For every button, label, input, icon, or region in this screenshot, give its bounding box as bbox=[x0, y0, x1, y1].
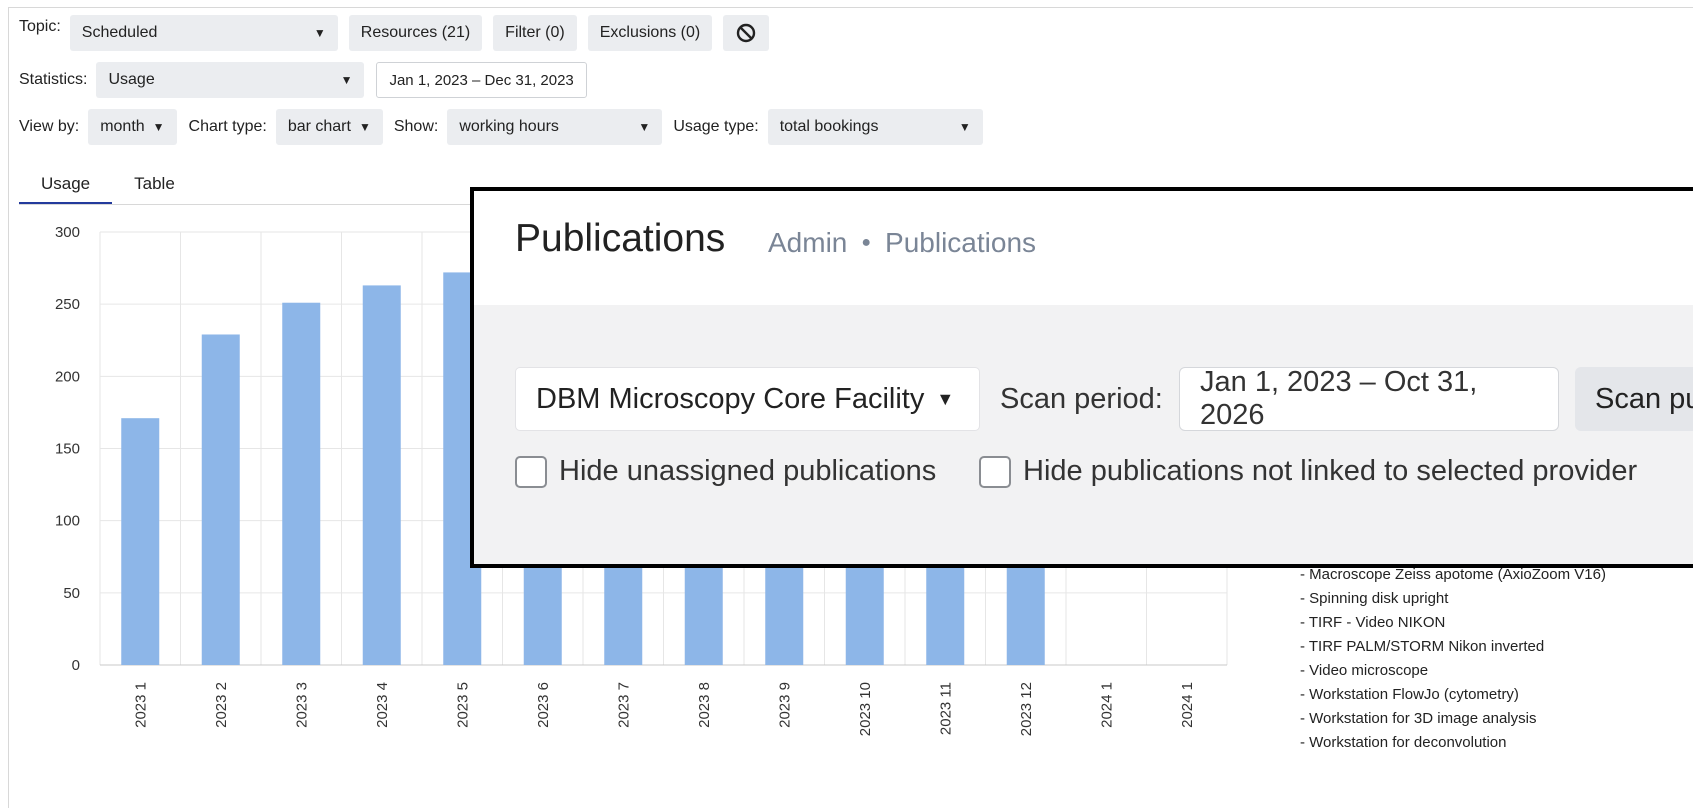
x-tick-label: 2023 10 bbox=[857, 682, 874, 736]
x-tick-label: 2023 8 bbox=[696, 682, 713, 728]
x-tick-label: 2023 4 bbox=[374, 682, 391, 728]
scan-period-label: Scan period: bbox=[1000, 383, 1163, 415]
legend-item: - Workstation FlowJo (cytometry) bbox=[1300, 686, 1519, 703]
y-tick-label: 300 bbox=[55, 224, 80, 241]
provider-value: DBM Microscopy Core Facility bbox=[536, 382, 925, 415]
provider-select[interactable]: DBM Microscopy Core Facility ▼ bbox=[515, 367, 980, 431]
legend-item: - Workstation for deconvolution bbox=[1300, 734, 1507, 751]
legend-item: - TIRF PALM/STORM Nikon inverted bbox=[1300, 638, 1545, 655]
y-tick-label: 50 bbox=[63, 585, 80, 602]
x-tick-label: 2023 11 bbox=[937, 682, 954, 735]
x-tick-label: 2023 1 bbox=[132, 682, 149, 728]
x-tick-label: 2024 1 bbox=[1098, 682, 1115, 728]
breadcrumb-publications[interactable]: Publications bbox=[885, 227, 1036, 259]
publications-header: Publications Admin ● Publications bbox=[474, 191, 1693, 305]
checkbox-box[interactable] bbox=[979, 455, 1011, 488]
checkbox-box[interactable] bbox=[515, 455, 547, 488]
y-tick-label: 0 bbox=[72, 657, 80, 674]
x-tick-label: 2023 5 bbox=[454, 682, 471, 728]
x-tick-label: 2023 9 bbox=[776, 682, 793, 728]
legend-item: - Workstation for 3D image analysis bbox=[1300, 710, 1537, 727]
scan-period-input[interactable]: Jan 1, 2023 – Oct 31, 2026 bbox=[1179, 366, 1559, 431]
x-tick-label: 2023 7 bbox=[615, 682, 632, 728]
scan-publications-button[interactable]: Scan pu bbox=[1575, 367, 1693, 431]
x-tick-label: 2023 6 bbox=[535, 682, 552, 728]
hide-unassigned-checkbox[interactable]: Hide unassigned publications bbox=[515, 455, 936, 488]
bar bbox=[282, 302, 321, 665]
publications-overlay: Publications Admin ● Publications DBM Mi… bbox=[470, 187, 1693, 568]
bar bbox=[121, 418, 160, 665]
x-tick-label: 2024 1 bbox=[1179, 682, 1196, 728]
chevron-down-icon: ▼ bbox=[936, 388, 955, 409]
bar bbox=[201, 334, 240, 665]
y-tick-label: 200 bbox=[55, 368, 80, 385]
legend-item: - Video microscope bbox=[1300, 662, 1429, 679]
hide-unassigned-label: Hide unassigned publications bbox=[559, 455, 937, 487]
x-tick-label: 2023 2 bbox=[213, 682, 230, 728]
legend-item: - Spinning disk upright bbox=[1300, 590, 1449, 607]
y-tick-label: 150 bbox=[55, 441, 80, 458]
bar bbox=[362, 285, 401, 665]
x-tick-label: 2023 3 bbox=[293, 682, 310, 728]
legend-item: - TIRF - Video NIKON bbox=[1300, 614, 1446, 631]
y-tick-label: 100 bbox=[55, 513, 80, 530]
breadcrumb-separator: ● bbox=[861, 234, 872, 251]
x-tick-label: 2023 12 bbox=[1018, 682, 1035, 736]
y-tick-label: 250 bbox=[55, 296, 80, 313]
resource-legend: - Macroscope Zeiss apotome (AxioZoom V16… bbox=[1300, 563, 1606, 755]
breadcrumb-admin[interactable]: Admin bbox=[768, 227, 847, 259]
hide-not-linked-checkbox[interactable]: Hide publications not linked to selected… bbox=[979, 455, 1637, 488]
hide-not-linked-label: Hide publications not linked to selected… bbox=[1023, 455, 1638, 487]
page-title: Publications bbox=[515, 217, 726, 260]
publications-toolbar: DBM Microscopy Core Facility ▼ Scan peri… bbox=[474, 305, 1693, 564]
breadcrumb: Admin ● Publications bbox=[768, 227, 1036, 259]
